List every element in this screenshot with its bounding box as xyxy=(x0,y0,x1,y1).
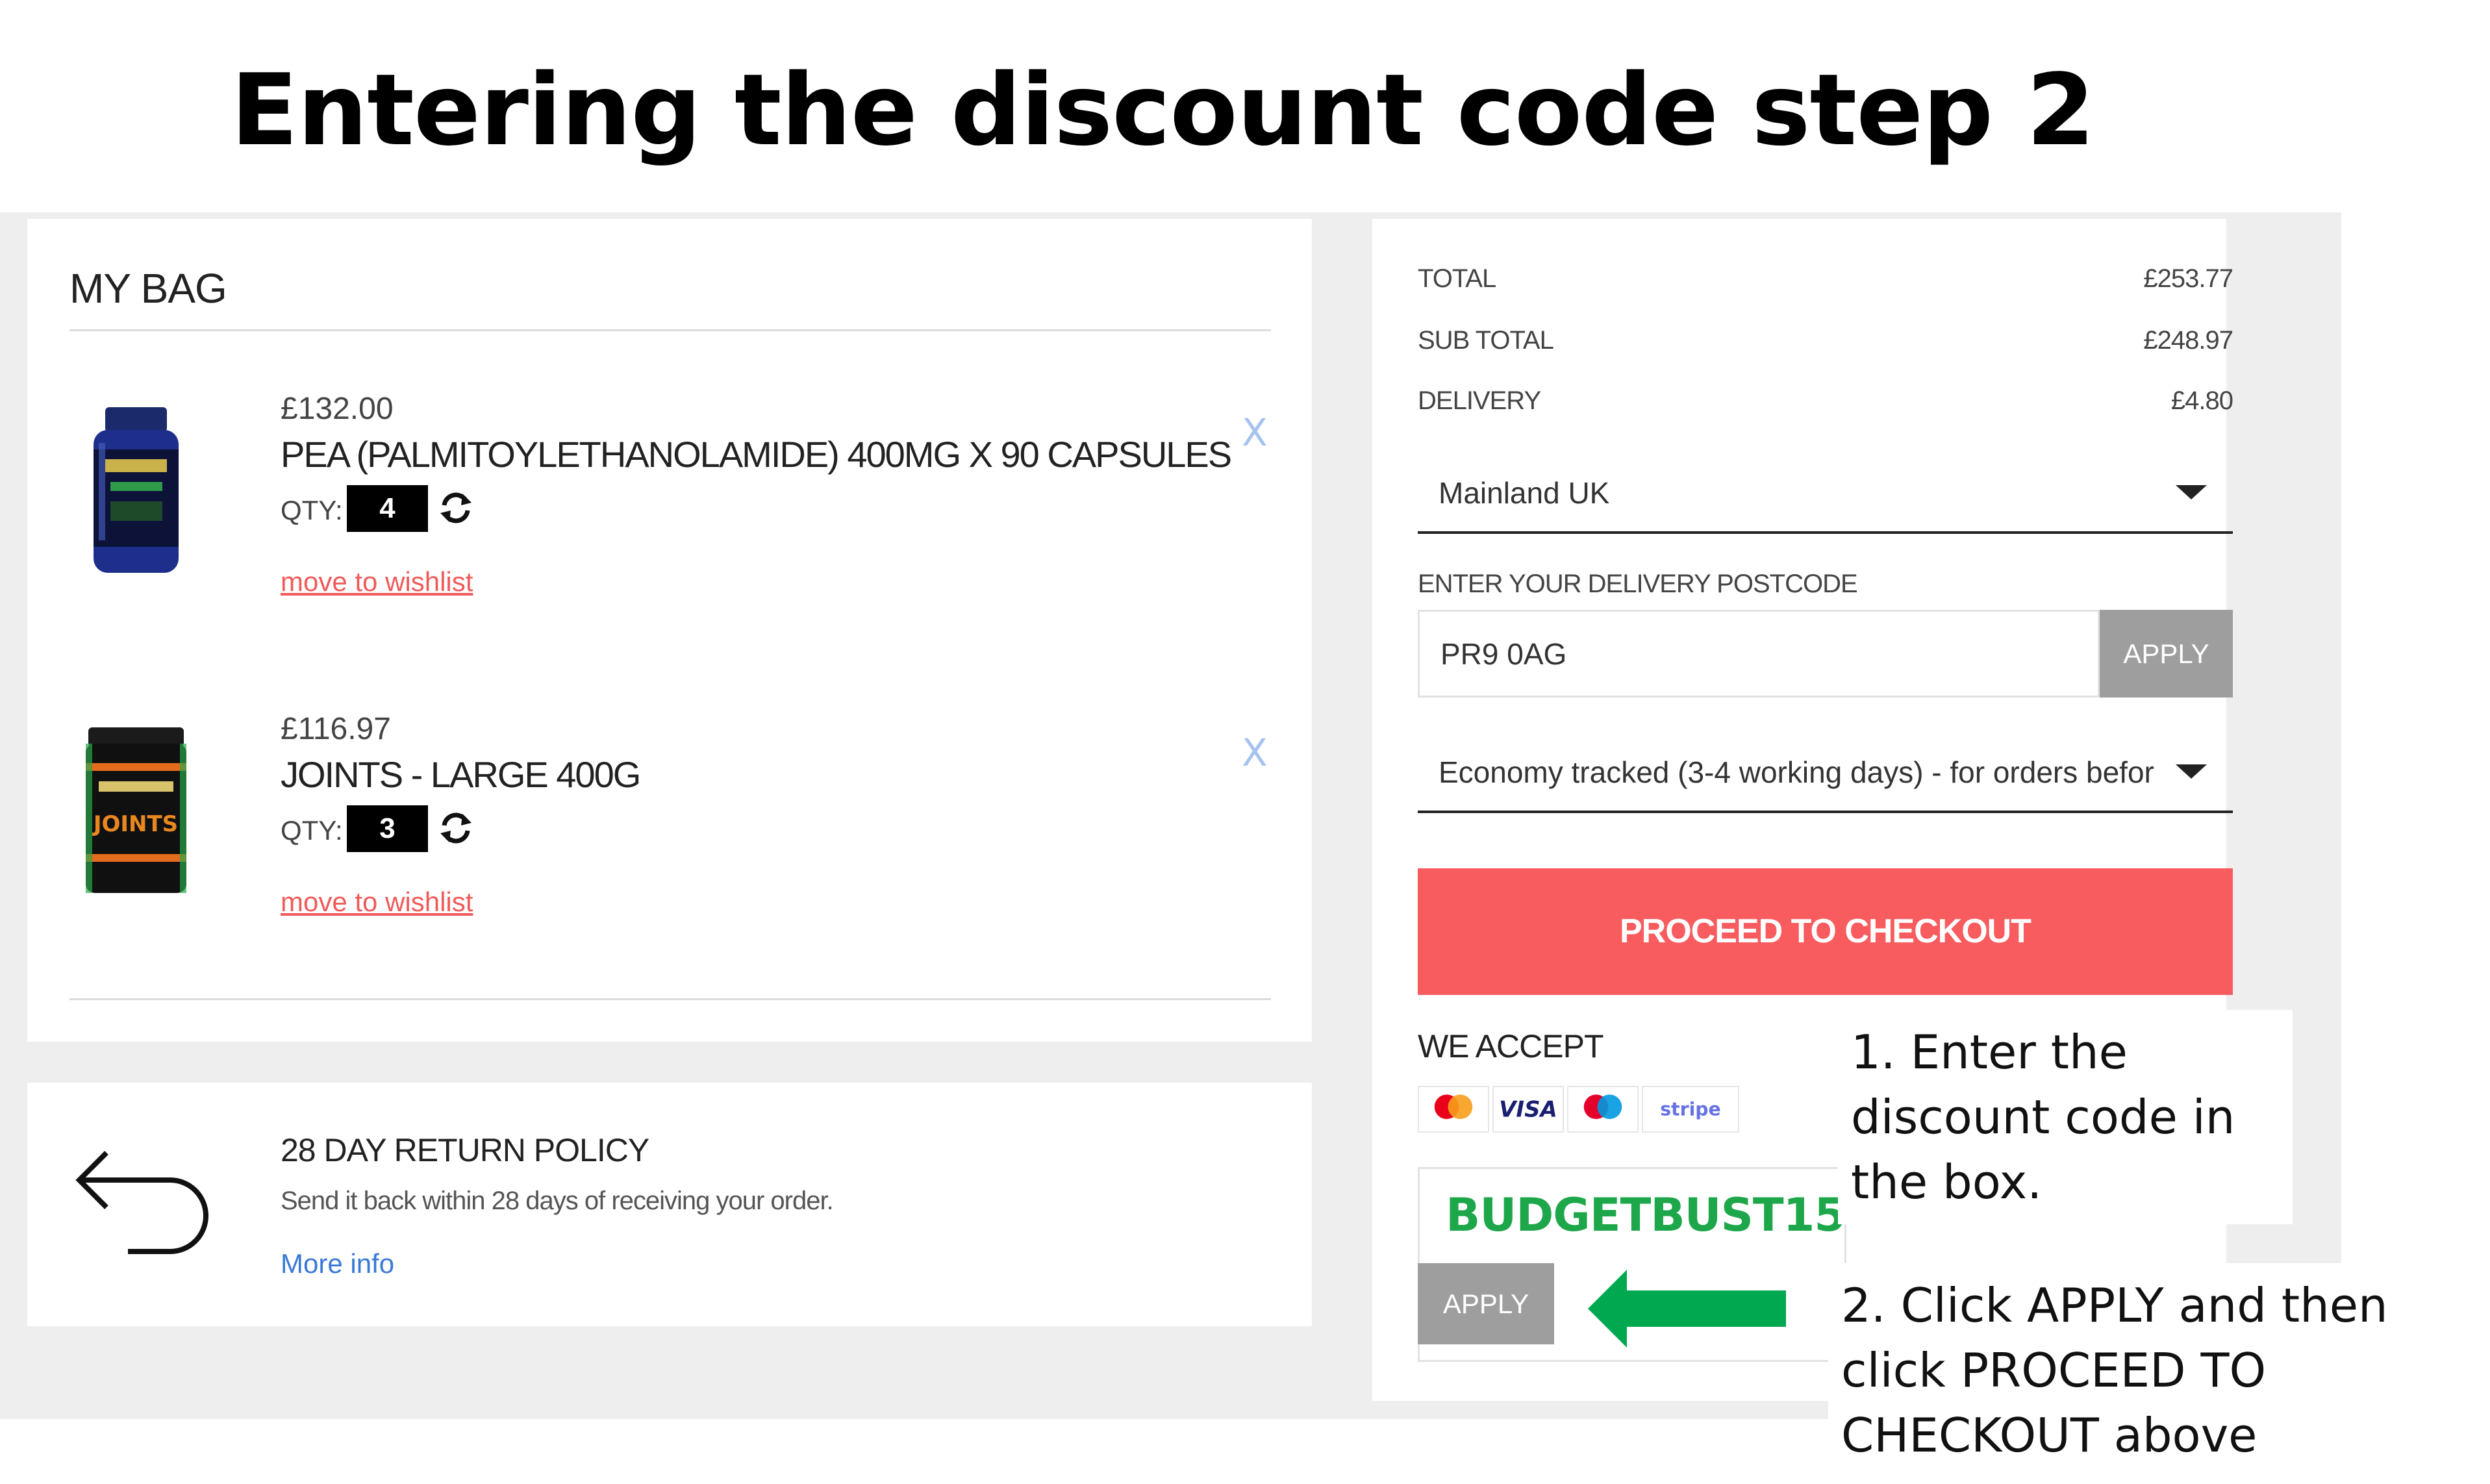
bag-panel: MY BAG £132.00 PEA (PALMITOYLETHANOLAMID… xyxy=(27,219,1312,1042)
total-value: £253.77 xyxy=(2143,264,2233,293)
shipping-method-select[interactable]: Economy tracked (3-4 working days) - for… xyxy=(1418,729,2233,813)
remove-item-button[interactable]: X xyxy=(1242,410,1268,455)
instruction-step-2: 2. Click APPLY and then click PROCEED TO… xyxy=(1828,1263,2484,1484)
stripe-text: stripe xyxy=(1660,1098,1721,1120)
total-label: TOTAL xyxy=(1418,264,1496,293)
chevron-down-icon xyxy=(2176,485,2207,499)
return-policy-text: Send it back within 28 days of receiving… xyxy=(281,1187,834,1215)
bag-divider xyxy=(69,329,1271,331)
item-name: PEA (PALMITOYLETHANOLAMIDE) 400MG X 90 C… xyxy=(281,434,1232,475)
delivery-value: £4.80 xyxy=(2170,386,2233,415)
proceed-to-checkout-button[interactable]: PROCEED TO CHECKOUT xyxy=(1418,868,2233,995)
item-price: £116.97 xyxy=(281,712,391,746)
move-to-wishlist-link[interactable]: move to wishlist xyxy=(281,566,473,597)
discount-code-input[interactable]: BUDGETBUST15 xyxy=(1446,1188,1846,1242)
qty-input[interactable]: 3 xyxy=(347,805,428,852)
discount-apply-button[interactable]: APPLY xyxy=(1418,1263,1554,1344)
qty-input[interactable]: 4 xyxy=(347,485,428,532)
qty-label: QTY: xyxy=(281,815,343,846)
maestro-icon xyxy=(1567,1086,1639,1133)
item-name: JOINTS - LARGE 400G xyxy=(281,754,641,795)
visa-text: VISA xyxy=(1499,1096,1557,1122)
return-policy-panel: 28 DAY RETURN POLICY Send it back within… xyxy=(27,1083,1312,1326)
subtotal-label: SUB TOTAL xyxy=(1418,326,1554,355)
subtotal-row: SUB TOTAL £248.97 xyxy=(1418,326,2233,355)
bag-title: MY BAG xyxy=(69,265,227,312)
delivery-row: DELIVERY £4.80 xyxy=(1418,386,2233,416)
return-policy-title: 28 DAY RETURN POLICY xyxy=(281,1132,649,1168)
stripe-icon: stripe xyxy=(1642,1086,1739,1133)
subtotal-value: £248.97 xyxy=(2143,326,2233,355)
green-arrow-icon xyxy=(1588,1270,1786,1348)
supplement-bottle-icon xyxy=(94,407,179,573)
chevron-down-icon xyxy=(2176,764,2207,779)
shipping-method-value: Economy tracked (3-4 working days) - for… xyxy=(1439,755,2154,789)
postcode-input[interactable]: PR9 0AG xyxy=(1418,610,2100,698)
total-row: TOTAL £253.77 xyxy=(1418,264,2233,294)
mastercard-icon xyxy=(1418,1086,1489,1133)
visa-icon: VISA xyxy=(1492,1086,1564,1133)
cart-item: £132.00 PEA (PALMITOYLETHANOLAMIDE) 400M… xyxy=(27,391,1312,664)
delivery-label: DELIVERY xyxy=(1418,386,1541,415)
we-accept-label: WE ACCEPT xyxy=(1418,1028,1603,1064)
postcode-apply-button[interactable]: APPLY xyxy=(2100,610,2233,698)
postcode-label: ENTER YOUR DELIVERY POSTCODE xyxy=(1418,570,1858,598)
slide-title: Entering the discount code step 2 xyxy=(231,53,2095,168)
return-arrow-icon xyxy=(75,1151,208,1254)
more-info-link[interactable]: More info xyxy=(281,1248,394,1279)
cart-item: JOINTS £116.97 JOINTS - LARGE 400G QTY: … xyxy=(27,711,1312,984)
delivery-region-value: Mainland UK xyxy=(1439,476,1610,510)
item-price: £132.00 xyxy=(281,392,394,426)
delivery-region-select[interactable]: Mainland UK xyxy=(1418,449,2233,534)
remove-item-button[interactable]: X xyxy=(1242,731,1268,775)
refresh-icon[interactable] xyxy=(436,809,475,848)
joints-tub-icon: JOINTS xyxy=(86,727,186,893)
refresh-icon[interactable] xyxy=(436,488,475,527)
bag-divider xyxy=(69,998,1271,1000)
instruction-step-1: 1. Enter the discount code in the box. xyxy=(1838,1010,2293,1224)
qty-label: QTY: xyxy=(281,495,343,525)
svg-text:JOINTS: JOINTS xyxy=(92,811,178,837)
move-to-wishlist-link[interactable]: move to wishlist xyxy=(281,887,473,918)
